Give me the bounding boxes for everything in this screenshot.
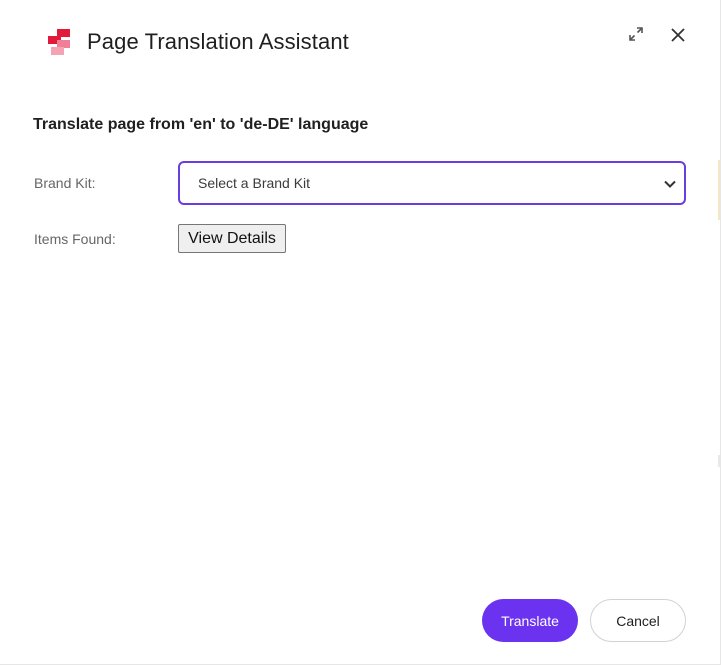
dialog-title: Page Translation Assistant bbox=[87, 29, 349, 54]
edge-divider bbox=[718, 455, 720, 467]
brand-kit-select[interactable]: Select a Brand Kit bbox=[178, 161, 686, 205]
close-icon bbox=[670, 27, 686, 48]
expand-button[interactable] bbox=[626, 26, 646, 46]
items-found-label: Items Found: bbox=[34, 231, 116, 247]
dialog-header: Page Translation Assistant bbox=[0, 0, 721, 84]
translate-button[interactable]: Translate bbox=[482, 599, 578, 642]
close-button[interactable] bbox=[667, 26, 689, 48]
brand-kit-label: Brand Kit: bbox=[34, 175, 96, 191]
sitecore-logo-icon bbox=[48, 29, 74, 57]
translation-subheading: Translate page from 'en' to 'de-DE' lang… bbox=[33, 116, 369, 133]
edge-divider bbox=[718, 160, 720, 220]
expand-icon bbox=[628, 26, 644, 47]
chevron-down-icon bbox=[662, 176, 678, 192]
brand-kit-selected-value: Select a Brand Kit bbox=[198, 175, 311, 191]
view-details-button[interactable]: View Details bbox=[178, 224, 286, 253]
cancel-button[interactable]: Cancel bbox=[590, 599, 686, 642]
translation-dialog: Page Translation Assistant Translate pag… bbox=[0, 0, 721, 665]
